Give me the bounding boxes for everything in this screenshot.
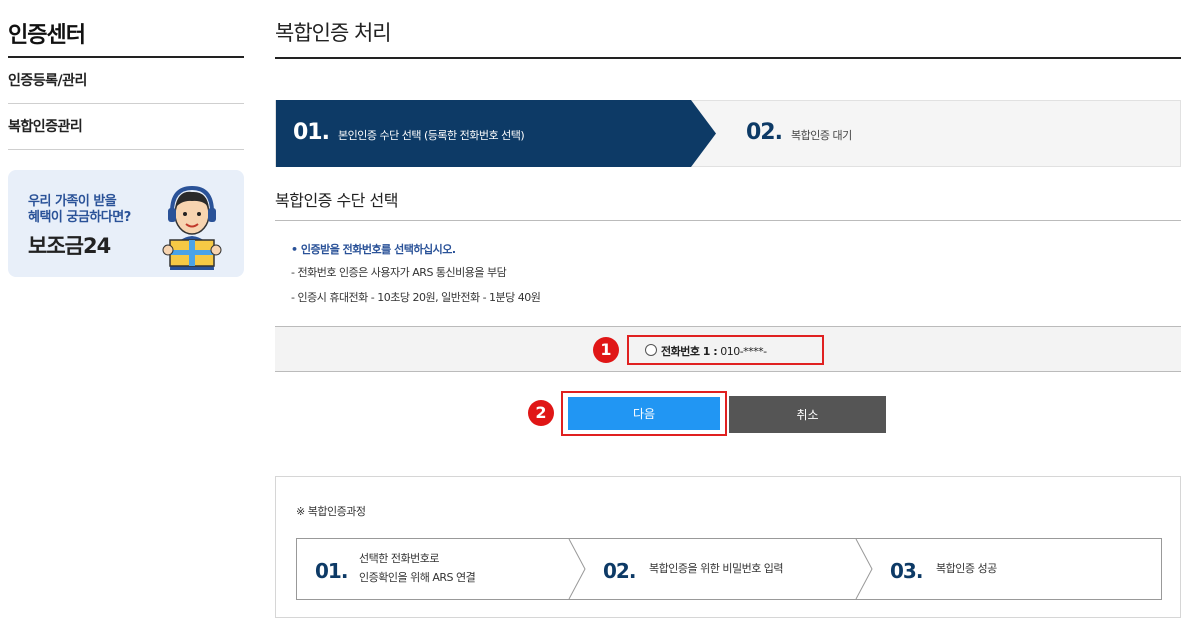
step-marker-1: 1 <box>593 337 619 363</box>
button-row: 2 다음 취소 <box>275 372 1181 452</box>
process-step-2-line-1: 복합인증을 위한 비밀번호 입력 <box>649 562 784 575</box>
page-title: 복합인증 처리 <box>275 0 1181 59</box>
phone-select-bar: 1 전화번호 1 : 010-****- <box>275 326 1181 372</box>
step-marker-2: 2 <box>528 400 554 426</box>
mascot-icon <box>162 185 222 270</box>
process-step-3-number: 03. <box>890 559 923 583</box>
next-button-highlight: 다음 <box>561 391 727 436</box>
process-step-1-line-1: 선택한 전화번호로 <box>359 552 439 565</box>
step-indicator: 01. 본인인증 수단 선택 (등록한 전화번호 선택) 02. 복합인증 대기 <box>275 100 1181 167</box>
process-title: ※ 복합인증과정 <box>296 505 366 518</box>
step-2-number: 02. <box>746 120 783 145</box>
instruction-line-2: - 인증시 휴대전화 - 10초당 20원, 일반전화 - 1분당 40원 <box>291 291 541 304</box>
chevron-right-icon <box>855 539 873 599</box>
section-title: 복합인증 수단 선택 <box>275 187 1181 221</box>
instruction-main: • 인증받을 전화번호를 선택하십시오. <box>291 243 456 256</box>
phone-radio-button[interactable] <box>645 344 657 356</box>
process-box: ※ 복합인증과정 01. 선택한 전화번호로 인증확인을 위해 ARS 연결 0… <box>275 476 1181 618</box>
process-steps: 01. 선택한 전화번호로 인증확인을 위해 ARS 연결 02. 복합인증을 … <box>296 538 1162 600</box>
sidebar-title: 인증센터 <box>8 0 244 58</box>
process-step-1-line-2: 인증확인을 위해 ARS 연결 <box>359 571 476 584</box>
subsidy-banner[interactable]: 우리 가족이 받을 혜택이 궁금하다면? 보조금24 <box>8 170 244 277</box>
process-step-1-number: 01. <box>315 559 348 583</box>
next-button[interactable]: 다음 <box>568 397 720 430</box>
process-step-2-number: 02. <box>603 559 636 583</box>
chevron-right-icon <box>568 539 586 599</box>
phone-option-value: 010-****- <box>717 345 767 358</box>
sidebar: 인증센터 인증등록/관리 복합인증관리 우리 가족이 받을 혜택이 궁금하다면?… <box>8 0 244 277</box>
banner-brand: 보조금24 <box>28 234 111 258</box>
sidebar-item-complex-auth[interactable]: 복합인증관리 <box>8 104 244 150</box>
main-content: 복합인증 처리 01. 본인인증 수단 선택 (등록한 전화번호 선택) 02.… <box>275 0 1181 618</box>
instructions: • 인증받을 전화번호를 선택하십시오. - 전화번호 인증은 사용자가 ARS… <box>275 241 1181 314</box>
process-step-3-line-1: 복합인증 성공 <box>936 562 997 575</box>
phone-option-1[interactable]: 전화번호 1 : 010-****- <box>627 335 824 365</box>
step-1-number: 01. <box>293 120 330 145</box>
phone-option-text: 전화번호 1 : 010-****- <box>661 343 767 359</box>
instruction-line-1: - 전화번호 인증은 사용자가 ARS 통신비용을 부담 <box>291 266 507 279</box>
sidebar-item-auth-register[interactable]: 인증등록/관리 <box>8 58 244 104</box>
step-2-label: 복합인증 대기 <box>791 129 852 142</box>
step-1-label: 본인인증 수단 선택 (등록한 전화번호 선택) <box>338 129 525 142</box>
banner-line-2: 혜택이 궁금하다면? <box>28 210 131 225</box>
phone-option-label: 전화번호 1 : <box>661 345 718 358</box>
cancel-button[interactable]: 취소 <box>729 396 886 433</box>
